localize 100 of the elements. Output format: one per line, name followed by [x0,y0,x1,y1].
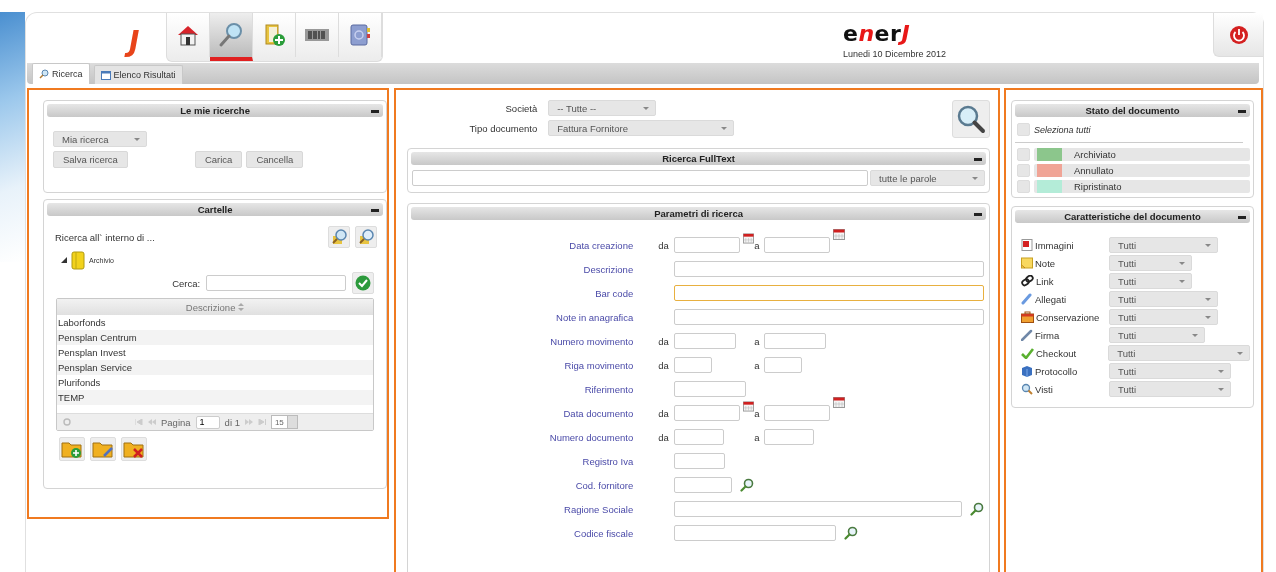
text-field[interactable] [674,309,985,325]
range-to-label: a [754,335,761,347]
panel-header: Cartelle [47,203,384,216]
text-field[interactable] [674,477,733,493]
match-mode-dropdown[interactable]: tutte le parole [870,170,985,186]
feature-label: Allegati [1035,293,1067,305]
calendar-icon[interactable] [743,233,755,244]
filter-label: Tipo documento [468,122,538,134]
range-to-field[interactable] [764,357,803,373]
status-label: Ripristinato [1074,181,1122,192]
checkbox[interactable] [1017,164,1030,177]
search-icon [956,104,986,134]
note-icon [1021,257,1033,269]
filter-dropdown[interactable]: Fattura Fornitore [548,120,735,136]
next-page-icon[interactable] [244,419,253,425]
document-icon [1021,239,1033,251]
filter-label: Società [504,102,538,114]
text-field[interactable] [674,381,747,397]
feature-dropdown[interactable]: Tutti [1109,273,1192,289]
range-from-field[interactable] [674,357,713,373]
page-field[interactable]: 1 [195,415,220,429]
fulltext-field[interactable] [412,170,868,186]
minimize-icon[interactable] [371,209,380,212]
calendar-icon[interactable] [833,397,846,408]
search-field[interactable] [206,275,347,291]
text-field[interactable] [674,453,726,469]
calendar-icon[interactable] [743,401,755,412]
page-size-dropdown[interactable]: 15 [270,415,298,429]
field-label: Note in anagrafica [555,311,634,323]
confirm-button[interactable] [352,272,375,294]
folder-search-button[interactable] [355,226,378,248]
range-to-field[interactable] [764,429,815,445]
current-date: Lunedi 10 Dicembre 2012 [843,49,948,59]
tab[interactable]: Elenco Risultati [93,65,183,84]
feature-dropdown[interactable]: Tutti [1109,291,1218,307]
range-to-field[interactable] [764,333,827,349]
table-row[interactable]: Laborfonds [57,315,374,330]
action-button[interactable]: Salva ricerca [53,151,128,168]
checkbox[interactable] [1017,123,1030,136]
expanded-icon[interactable] [61,257,67,263]
page-total: di 1 [224,416,240,428]
range-from-field[interactable] [674,333,737,349]
search-icon [39,69,49,79]
text-field[interactable] [674,261,985,277]
saved-search-dropdown[interactable]: Mia ricerca [53,131,147,147]
search-icon[interactable] [970,502,985,516]
refresh-icon[interactable] [63,418,71,426]
field-label: Data creazione [568,239,634,251]
search-icon[interactable] [844,526,859,540]
table-row[interactable]: Pensplan Service [57,360,374,375]
new-folder-button[interactable] [59,437,85,461]
feature-dropdown[interactable]: Tutti [1109,237,1218,253]
tab[interactable]: Ricerca [32,63,90,84]
range-from-field[interactable] [674,405,741,421]
range-to-field[interactable] [764,237,831,253]
delete-folder-button[interactable] [121,437,147,461]
checkbox[interactable] [1017,180,1030,193]
feature-dropdown[interactable]: Tutti [1109,381,1231,397]
toolbar-button[interactable] [210,13,253,61]
first-page-icon[interactable] [135,419,143,425]
feature-dropdown[interactable]: Tutti [1109,363,1231,379]
range-from-field[interactable] [674,429,725,445]
text-field[interactable] [674,285,985,301]
field-label: Bar code [594,287,634,299]
table-row[interactable]: Pensplan Centrum [57,330,374,345]
edit-folder-button[interactable] [90,437,116,461]
text-field[interactable] [674,501,963,517]
barcode-icon [305,27,329,43]
text-field[interactable] [674,525,837,541]
feature-dropdown[interactable]: Tutti [1108,345,1250,361]
feature-dropdown[interactable]: Tutti [1109,327,1205,343]
field-label: Data documento [562,407,634,419]
search-button[interactable] [952,100,990,138]
calendar-icon[interactable] [833,229,846,240]
column-header[interactable]: Descrizione [57,299,374,315]
action-button[interactable]: Cancella [246,151,304,168]
filter-dropdown[interactable]: -- Tutte -- [548,100,657,116]
range-to-field[interactable] [764,405,831,421]
table-row[interactable]: TEMP [57,390,374,405]
checkbox[interactable] [1017,148,1030,161]
power-button[interactable] [1213,13,1263,57]
folder-search-button[interactable] [328,226,351,248]
table-row[interactable]: Pensplan Invest [57,345,374,360]
panel-header: Le mie ricerche [47,104,384,117]
feature-dropdown[interactable]: Tutti [1109,309,1218,325]
range-to-label: a [754,431,761,443]
table-row[interactable]: Plurifonds [57,375,374,390]
previous-page-icon[interactable] [148,419,156,425]
range-from-field[interactable] [674,237,741,253]
range-from-label: da [658,407,669,419]
field-label: Riga movimento [563,359,634,371]
caret-icon [1237,351,1243,355]
select-all-label: Seleziona tutti [1034,124,1091,135]
action-button[interactable]: Carica [194,151,243,168]
cube-icon [1021,365,1033,377]
last-page-icon[interactable] [257,419,266,425]
feature-label: Visti [1035,383,1053,395]
feature-dropdown[interactable]: Tutti [1109,255,1192,271]
minimize-icon[interactable] [371,110,380,113]
search-icon[interactable] [740,478,755,492]
